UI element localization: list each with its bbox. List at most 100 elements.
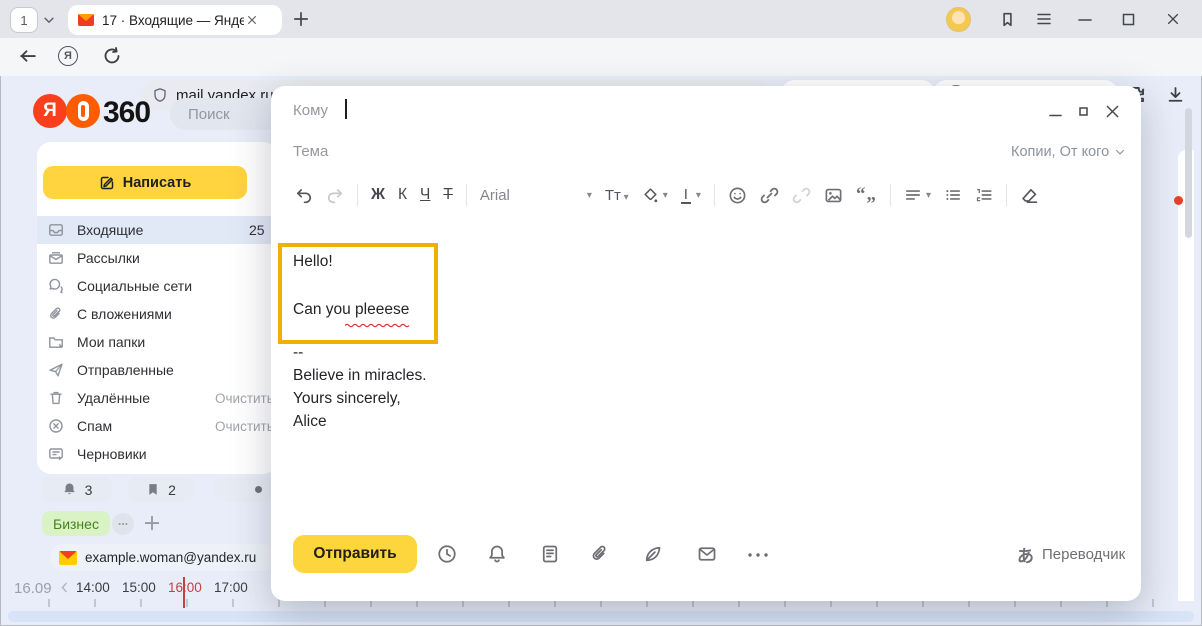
- cc-from-label: Копии, От кого: [1011, 144, 1109, 160]
- yandex-logo[interactable]: Я: [33, 94, 67, 128]
- image-icon[interactable]: [824, 186, 843, 205]
- body-text[interactable]: Can you pleeese: [293, 301, 409, 319]
- send-button[interactable]: Отправить: [293, 535, 417, 573]
- add-tag-icon[interactable]: [142, 513, 162, 533]
- underline-button[interactable]: Ч: [420, 186, 430, 204]
- saved-icon: [146, 482, 160, 497]
- saved-counter[interactable]: 2: [128, 477, 194, 502]
- attachment-icon: [48, 306, 64, 322]
- back-icon[interactable]: [18, 46, 38, 66]
- sidebar-item-trash[interactable]: Удалённые Очистить: [37, 384, 277, 412]
- yandex-logo-letter: Я: [43, 100, 57, 122]
- numbered-list-icon[interactable]: [975, 186, 993, 204]
- signature-line[interactable]: Yours sincerely,: [293, 390, 401, 408]
- envelope-icon[interactable]: [697, 544, 717, 564]
- download-icon[interactable]: [1166, 85, 1185, 104]
- compose-minimize-icon[interactable]: [1049, 106, 1062, 118]
- folder-label: Рассылки: [77, 250, 140, 266]
- template-icon[interactable]: [540, 544, 560, 564]
- timeline-date: 16.09: [14, 580, 52, 597]
- subject-field[interactable]: Тема: [293, 143, 328, 160]
- new-tab-icon[interactable]: [292, 10, 310, 28]
- tab-close-icon[interactable]: [246, 14, 258, 26]
- compose-expand-icon[interactable]: [1079, 107, 1088, 116]
- text-color-select[interactable]: I ▾: [681, 187, 701, 204]
- folder-label: Удалённые: [77, 390, 150, 406]
- feather-icon[interactable]: [643, 544, 663, 564]
- tab-group-counter[interactable]: 1: [10, 7, 38, 33]
- bold-button[interactable]: Ж: [371, 186, 385, 204]
- clear-folder-action[interactable]: Очистить: [215, 419, 274, 434]
- minimize-icon[interactable]: [1078, 18, 1092, 22]
- link-icon[interactable]: [760, 186, 779, 205]
- mail-logo-icon: [59, 551, 77, 565]
- y360-logo-icon[interactable]: [66, 94, 100, 128]
- eraser-icon[interactable]: [1020, 186, 1039, 205]
- sidebar-item-inbox[interactable]: Входящие 25: [37, 216, 277, 244]
- align-select[interactable]: ▾: [904, 186, 931, 204]
- sidebar-item-newsletters[interactable]: Рассылки: [37, 244, 277, 272]
- timeline-scrollbar[interactable]: [8, 611, 1194, 622]
- menu-icon[interactable]: [1036, 12, 1052, 26]
- bullet-list-icon[interactable]: [944, 186, 962, 204]
- unlink-icon[interactable]: [792, 186, 811, 205]
- font-size-select[interactable]: Tт ▾: [605, 187, 629, 204]
- sidebar-item-spam[interactable]: Спам Очистить: [37, 412, 277, 440]
- avatar[interactable]: [946, 7, 971, 32]
- folder-label: Черновики: [77, 446, 147, 462]
- tab-bar: 1 17 · Входящие — Янде: [0, 0, 1202, 38]
- panels-icon[interactable]: [999, 11, 1016, 28]
- active-tab[interactable]: 17 · Входящие — Янде: [68, 5, 282, 35]
- font-family-select[interactable]: Arial ▾: [480, 187, 592, 204]
- more-options-icon[interactable]: [747, 552, 767, 558]
- bell-icon: [62, 482, 77, 497]
- sidebar-item-attachments[interactable]: С вложениями: [37, 300, 277, 328]
- signature-line[interactable]: --: [293, 344, 303, 362]
- tag-business-label: Бизнес: [53, 516, 99, 532]
- reload-icon[interactable]: [102, 46, 122, 66]
- strikethrough-button[interactable]: Т: [443, 186, 452, 204]
- page-scrollbar[interactable]: [1185, 108, 1192, 238]
- sidebar-item-social[interactable]: Социальные сети: [37, 272, 277, 300]
- fill-color-select[interactable]: ▾: [642, 187, 668, 204]
- yandex-circle-icon[interactable]: Я: [58, 46, 78, 66]
- drafts-icon: [48, 446, 64, 462]
- schedule-clock-icon[interactable]: [437, 544, 457, 564]
- unread-dot: [1174, 196, 1183, 205]
- italic-button[interactable]: К: [398, 186, 407, 204]
- emoji-icon[interactable]: [728, 186, 747, 205]
- reminders-counter[interactable]: 3: [42, 477, 112, 502]
- compose-button[interactable]: Написать: [43, 166, 247, 199]
- tags-more-icon[interactable]: [112, 513, 134, 535]
- signature-line[interactable]: Alice: [293, 413, 327, 431]
- inbox-icon: [48, 222, 64, 238]
- signature-line[interactable]: Believe in miracles.: [293, 367, 427, 385]
- timeline-prev-icon[interactable]: [58, 581, 71, 594]
- sidebar-item-sent[interactable]: Отправленные: [37, 356, 277, 384]
- tag-business[interactable]: Бизнес: [42, 511, 110, 536]
- account-switcher[interactable]: example.woman@yandex.ru: [50, 544, 276, 571]
- search-placeholder: Поиск: [188, 106, 230, 123]
- reminder-bell-icon[interactable]: [487, 544, 507, 564]
- cc-from-toggle[interactable]: Копии, От кого: [1011, 144, 1126, 160]
- to-field[interactable]: Кому: [293, 102, 328, 119]
- quote-icon[interactable]: “„: [856, 184, 877, 206]
- redo-icon[interactable]: [326, 186, 344, 204]
- extra-counter[interactable]: [214, 477, 274, 502]
- sidebar-item-drafts[interactable]: Черновики: [37, 440, 277, 468]
- account-email: example.woman@yandex.ru: [85, 550, 256, 565]
- undo-icon[interactable]: [295, 186, 313, 204]
- attach-file-icon[interactable]: [590, 544, 610, 564]
- maximize-icon[interactable]: [1122, 13, 1135, 26]
- window-close-icon[interactable]: [1166, 12, 1180, 26]
- compose-close-icon[interactable]: [1105, 104, 1120, 119]
- tab-group-chevron-icon[interactable]: [42, 13, 56, 27]
- translator-button[interactable]: あ Переводчик: [1017, 542, 1125, 567]
- folder-label: Спам: [77, 418, 112, 434]
- body-text[interactable]: Hello!: [293, 253, 333, 271]
- logo-360-text: 360: [103, 96, 150, 130]
- current-time-marker: [183, 577, 185, 608]
- sidebar-item-my-folders[interactable]: Мои папки: [37, 328, 277, 356]
- clear-folder-action[interactable]: Очистить: [215, 391, 274, 406]
- spellcheck-squiggle: [345, 322, 411, 328]
